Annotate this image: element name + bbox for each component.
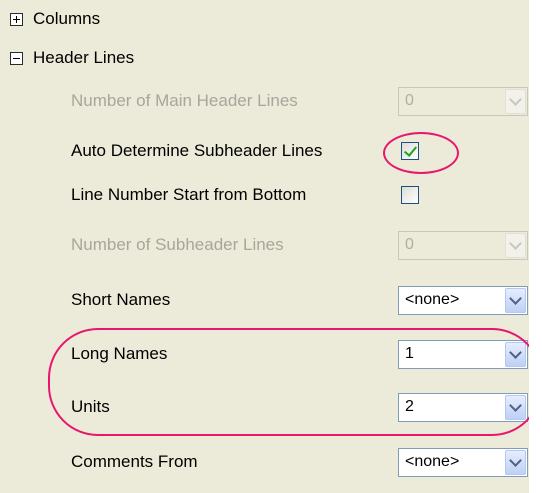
auto-determine-subheader-checkbox[interactable]: [401, 142, 419, 160]
chevron-down-icon[interactable]: [505, 342, 526, 367]
chevron-down-icon[interactable]: [505, 450, 526, 475]
chevron-down-icon: [505, 233, 526, 258]
row-line-number-start-from-bottom: Line Number Start from Bottom: [0, 178, 542, 214]
units-select[interactable]: 2: [398, 393, 528, 422]
subheader-lines-select: 0: [398, 231, 528, 260]
field-label: Units: [71, 397, 110, 416]
select-value: 0: [405, 92, 414, 109]
row-short-names: Short Names <none>: [0, 283, 542, 319]
row-long-names: Long Names 1: [0, 337, 542, 373]
field-label: Number of Subheader Lines: [71, 235, 284, 254]
row-auto-determine-subheader-lines: Auto Determine Subheader Lines: [0, 134, 542, 170]
select-value: <none>: [405, 453, 460, 470]
checkmark-icon: [403, 143, 418, 157]
row-number-of-main-header-lines: Number of Main Header Lines 0: [0, 84, 542, 120]
row-units: Units 2: [0, 390, 542, 426]
tree-node-header-lines[interactable]: Header Lines: [10, 44, 134, 72]
tree-node-label: Columns: [33, 9, 101, 28]
select-value: 1: [405, 345, 414, 362]
line-number-from-bottom-checkbox[interactable]: [401, 186, 419, 204]
field-label: Line Number Start from Bottom: [71, 185, 307, 204]
panel-edge: [529, 0, 542, 493]
chevron-down-icon[interactable]: [505, 395, 526, 420]
main-header-lines-select: 0: [398, 87, 528, 116]
header-lines-settings-panel: Columns Header Lines Number of Main Head…: [0, 0, 542, 493]
short-names-select[interactable]: <none>: [398, 286, 528, 315]
row-comments-from: Comments From <none>: [0, 445, 542, 481]
select-value: <none>: [405, 291, 460, 308]
field-label: Comments From: [71, 452, 198, 471]
tree-node-label: Header Lines: [33, 48, 135, 67]
field-label: Auto Determine Subheader Lines: [71, 141, 323, 160]
row-number-of-subheader-lines: Number of Subheader Lines 0: [0, 228, 542, 264]
minus-box-icon[interactable]: [10, 51, 23, 65]
plus-box-icon[interactable]: [10, 12, 23, 26]
tree-node-columns[interactable]: Columns: [10, 5, 100, 33]
comments-from-select[interactable]: <none>: [398, 448, 528, 477]
select-value: 0: [405, 236, 414, 253]
long-names-select[interactable]: 1: [398, 340, 528, 369]
chevron-down-icon: [505, 89, 526, 114]
field-label: Long Names: [71, 344, 168, 363]
field-label: Number of Main Header Lines: [71, 91, 298, 110]
chevron-down-icon[interactable]: [505, 288, 526, 313]
select-value: 2: [405, 398, 414, 415]
field-label: Short Names: [71, 290, 171, 309]
